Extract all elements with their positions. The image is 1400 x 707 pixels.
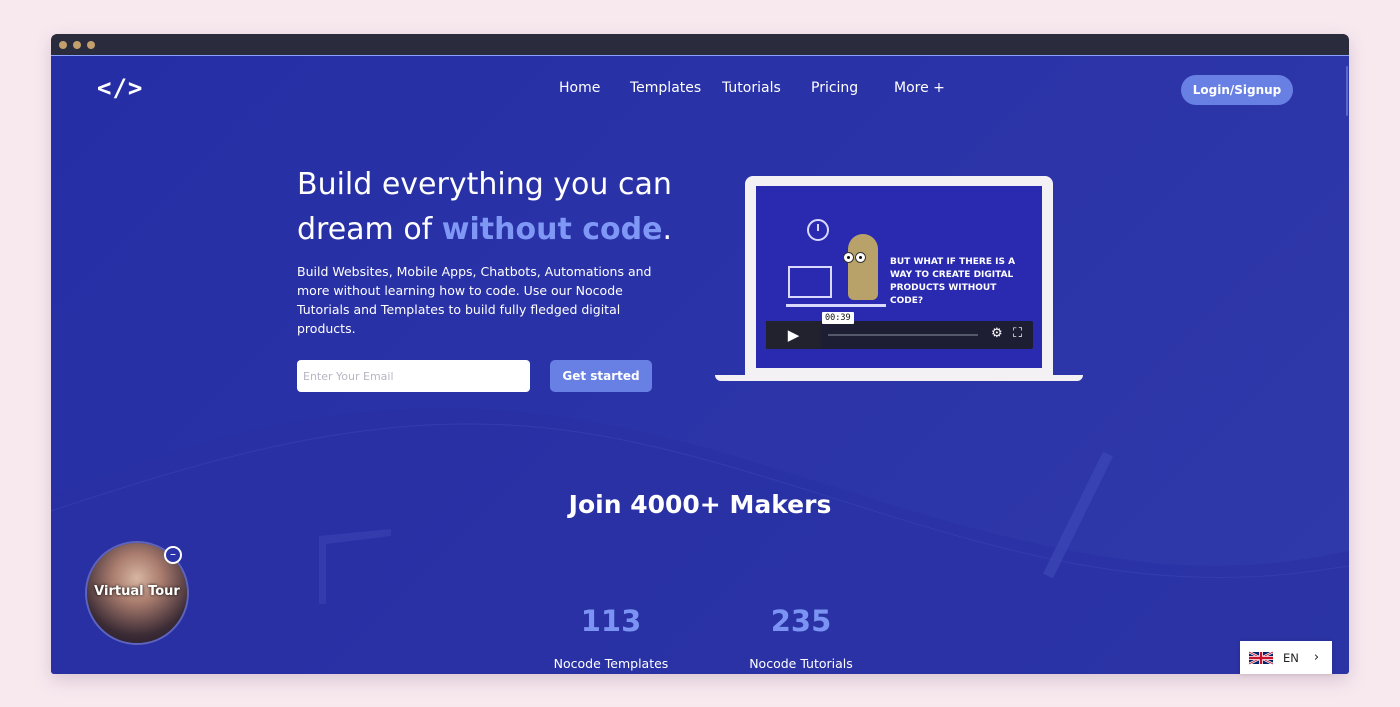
character-eye-right xyxy=(855,252,866,263)
browser-window: </> Home Templates Tutorials Pricing Mor… xyxy=(51,34,1349,674)
nav-pricing[interactable]: Pricing xyxy=(811,80,858,96)
laptop-base xyxy=(715,375,1083,381)
monitor-icon xyxy=(788,266,832,298)
desk-illustration xyxy=(786,304,886,307)
window-maximize-dot[interactable] xyxy=(87,41,95,49)
makers-heading: Join 4000+ Makers xyxy=(568,490,832,519)
language-code: EN xyxy=(1283,650,1299,665)
hero-title-line1: Build everything you can xyxy=(297,167,672,202)
nav-more[interactable]: More + xyxy=(894,80,945,96)
hero-title-line2: dream of xyxy=(297,212,442,247)
gear-icon[interactable]: ⚙ xyxy=(991,326,1003,341)
stat-templates-value: 113 xyxy=(580,604,642,638)
window-close-dot[interactable] xyxy=(59,41,67,49)
play-icon[interactable]: ▶ xyxy=(766,321,821,349)
virtual-tour-label: Virtual Tour xyxy=(94,584,180,599)
get-started-button[interactable]: Get started xyxy=(550,360,652,392)
character-eye-left xyxy=(843,252,854,263)
hero-title-period: . xyxy=(662,212,672,247)
nav-tutorials[interactable]: Tutorials xyxy=(722,80,781,96)
chevron-right-icon: › xyxy=(1313,650,1320,665)
stat-tutorials-label: Nocode Tutorials xyxy=(749,656,853,671)
page-viewport: </> Home Templates Tutorials Pricing Mor… xyxy=(51,56,1349,674)
video-caption: But what if there is a way to create dig… xyxy=(890,257,1016,306)
hero-title-accent: without code xyxy=(441,212,663,247)
hero-description: Build Websites, Mobile Apps, Chatbots, A… xyxy=(297,264,652,336)
hero-title: Build everything you can dream of withou… xyxy=(297,162,717,252)
video-timestamp: 00:39 xyxy=(822,312,854,324)
site-logo[interactable]: </> xyxy=(97,74,143,102)
window-minimize-dot[interactable] xyxy=(73,41,81,49)
scrollbar-thumb[interactable] xyxy=(1346,66,1348,116)
login-signup-button[interactable]: Login/Signup xyxy=(1181,75,1293,105)
video-player[interactable]: But what if there is a way to create dig… xyxy=(756,186,1042,368)
background-wave xyxy=(51,408,1349,674)
email-input[interactable] xyxy=(297,360,530,392)
nav-home[interactable]: Home xyxy=(559,80,600,96)
language-selector[interactable]: EN › xyxy=(1240,641,1332,674)
video-controls: ▶ 00:39 ⚙ ⛶ xyxy=(766,312,1033,349)
stat-tutorials-value: 235 xyxy=(770,604,832,638)
fullscreen-icon[interactable]: ⛶ xyxy=(1013,326,1022,341)
video-progress-bar[interactable] xyxy=(828,334,978,336)
nav-templates[interactable]: Templates xyxy=(630,80,701,96)
uk-flag-icon xyxy=(1249,650,1273,665)
cartoon-character xyxy=(843,234,878,300)
stat-templates-label: Nocode Templates xyxy=(553,656,669,671)
minimize-tour-button[interactable]: – xyxy=(164,546,182,564)
browser-titlebar xyxy=(51,34,1349,56)
laptop-illustration: But what if there is a way to create dig… xyxy=(745,176,1053,376)
clock-icon xyxy=(807,219,829,241)
